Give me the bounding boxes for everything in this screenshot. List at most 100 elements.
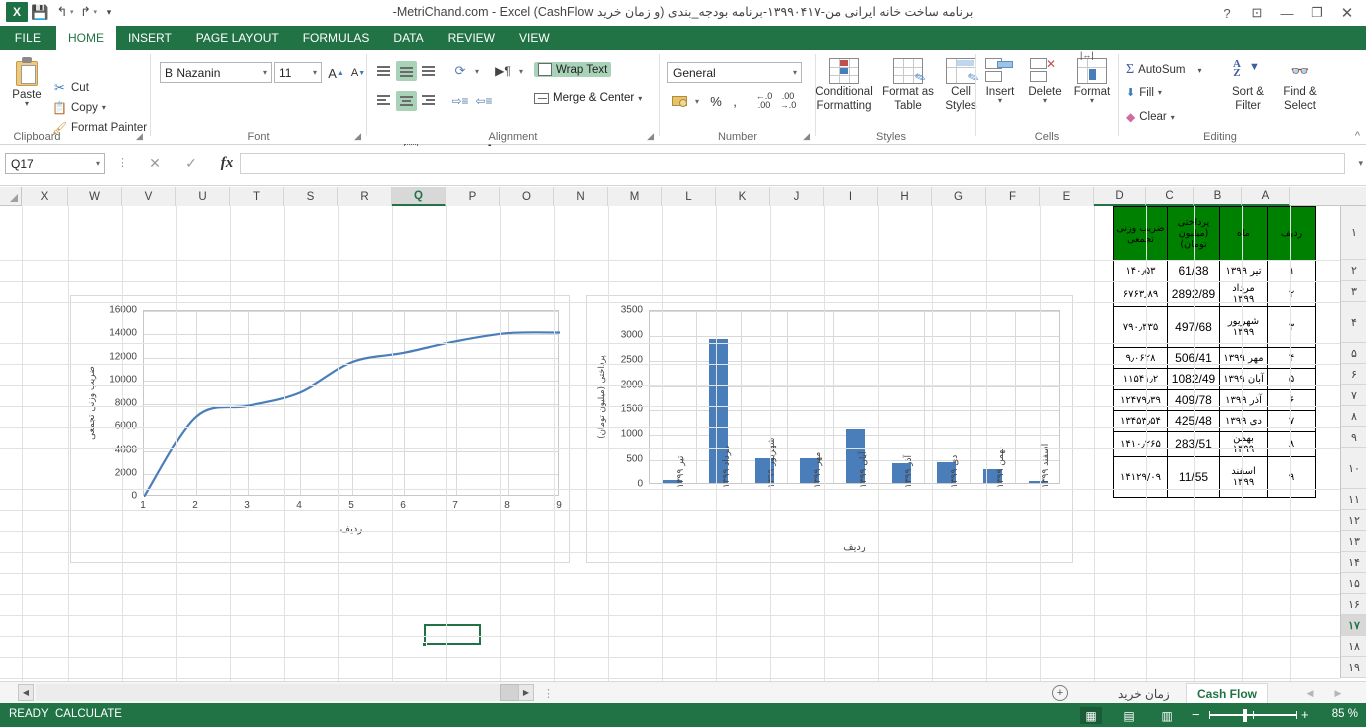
align-left-button[interactable] bbox=[374, 92, 394, 110]
table-cell-cumulative[interactable]: ۱۴۱۲۹/۰۹ bbox=[1114, 457, 1168, 498]
fill-button[interactable]: ⬇ Fill ▾ bbox=[1126, 86, 1162, 99]
clipboard-dialog-launcher[interactable]: ◢ bbox=[136, 131, 143, 142]
table-cell-month[interactable]: شهریور ۱۳۹۹ bbox=[1220, 307, 1268, 348]
tab-formulas[interactable]: FORMULAS bbox=[291, 26, 382, 50]
column-header-e[interactable]: E bbox=[1040, 187, 1094, 206]
table-cell-month[interactable]: آذر ۱۳۹۹ bbox=[1220, 390, 1268, 411]
row-header-3[interactable]: ۳ bbox=[1341, 281, 1366, 302]
merge-center-button[interactable]: Merge & Center ▾ bbox=[534, 92, 642, 104]
column-header-q[interactable]: Q bbox=[392, 187, 446, 206]
autosum-button[interactable]: Σ AutoSum ▾ bbox=[1126, 62, 1201, 78]
column-header-m[interactable]: M bbox=[608, 187, 662, 206]
bar-chart[interactable]: 0500100015002000250030003500تیر ۱۳۹۹مردا… bbox=[586, 295, 1073, 563]
row-header-14[interactable]: ۱۴ bbox=[1341, 552, 1366, 573]
font-name-input[interactable]: B Nazanin ▾ bbox=[160, 62, 272, 83]
table-cell-radif[interactable]: ۵ bbox=[1268, 369, 1316, 390]
zoom-in-button[interactable]: + bbox=[1301, 707, 1309, 722]
paste-button[interactable]: Paste ▾ bbox=[6, 54, 48, 126]
tab-data[interactable]: DATA bbox=[381, 26, 435, 50]
table-header-cell[interactable]: ردیف bbox=[1268, 207, 1316, 261]
table-header-cell[interactable]: ضریب وزنی تجمعی bbox=[1114, 207, 1168, 261]
select-all-corner-left[interactable] bbox=[0, 187, 22, 206]
table-cell-radif[interactable]: ۸ bbox=[1268, 432, 1316, 457]
column-header-t[interactable]: T bbox=[230, 187, 284, 206]
align-middle-button[interactable] bbox=[396, 61, 417, 81]
table-cell-month[interactable]: مهر ۱۳۹۹ bbox=[1220, 348, 1268, 369]
table-header-cell[interactable]: ماه bbox=[1220, 207, 1268, 261]
delete-cells-button[interactable]: ✕ Delete ▾ bbox=[1021, 58, 1069, 104]
row-header-2[interactable]: ۲ bbox=[1341, 260, 1366, 281]
table-cell-month[interactable]: اسفند ۱۳۹۹ bbox=[1220, 457, 1268, 498]
delete-dropdown-icon[interactable]: ▾ bbox=[1043, 98, 1047, 104]
table-cell-radif[interactable]: ۳ bbox=[1268, 307, 1316, 348]
row-header-12[interactable]: ۱۲ bbox=[1341, 510, 1366, 531]
column-header-r[interactable]: R bbox=[338, 187, 392, 206]
table-cell-radif[interactable]: ۹ bbox=[1268, 457, 1316, 498]
accounting-format-button[interactable] bbox=[669, 91, 691, 111]
text-direction-button[interactable]: ▶¶ bbox=[492, 62, 514, 80]
increase-font-size-button[interactable]: A▲ bbox=[326, 63, 346, 83]
tab-file[interactable]: FILE bbox=[0, 26, 56, 50]
column-header-w[interactable]: W bbox=[68, 187, 122, 206]
wrap-text-button[interactable]: Wrap Text bbox=[534, 62, 611, 77]
row-header-16[interactable]: ۱۶ bbox=[1341, 594, 1366, 615]
table-row[interactable]: ۵آبان ۱۳۹۹1082/49۱۱۵۴۱٫۲ bbox=[1114, 369, 1316, 390]
minimize-icon[interactable]: — bbox=[1272, 2, 1302, 24]
clear-dropdown-icon[interactable]: ▾ bbox=[1171, 113, 1175, 122]
row-header-13[interactable]: ۱۳ bbox=[1341, 531, 1366, 552]
number-format-dropdown-icon[interactable]: ▾ bbox=[793, 68, 801, 77]
enter-formula-button[interactable]: ✓ bbox=[178, 153, 204, 174]
table-cell-month[interactable]: دی ۱۳۹۹ bbox=[1220, 411, 1268, 432]
table-row[interactable]: ۳شهریور ۱۳۹۹497/68۷۹۰٫۳۳۵ bbox=[1114, 307, 1316, 348]
column-header-x[interactable]: X bbox=[22, 187, 68, 206]
sort-filter-button[interactable]: AZ ▼ Sort & Filter bbox=[1220, 58, 1276, 112]
sheet-tab-cash-flow[interactable]: Cash Flow bbox=[1186, 683, 1268, 704]
row-header-9[interactable]: ۹ bbox=[1341, 427, 1366, 448]
table-cell-cumulative[interactable]: ۹٫۰۶۲۸ bbox=[1114, 348, 1168, 369]
table-cell-cumulative[interactable]: ۷۹۰٫۳۳۵ bbox=[1114, 307, 1168, 348]
table-cell-month[interactable]: بهمن ۱۳۹۹ bbox=[1220, 432, 1268, 457]
row-header-4[interactable]: ۴ bbox=[1341, 302, 1366, 343]
row-header-10[interactable]: ۱۰ bbox=[1341, 448, 1366, 489]
close-icon[interactable]: ✕ bbox=[1332, 2, 1362, 24]
number-format-select[interactable]: General ▾ bbox=[667, 62, 802, 83]
increase-decimal-button[interactable]: ←.0.00 bbox=[753, 91, 775, 111]
scroll-right-button[interactable]: ▶ bbox=[518, 684, 534, 701]
sheet-tab-zaman-kharid[interactable]: زمان خرید bbox=[1108, 684, 1180, 703]
split-handle[interactable]: ⋮ bbox=[543, 687, 554, 700]
table-cell-cumulative[interactable]: ۱۳۴۵۳٫۵۴ bbox=[1114, 411, 1168, 432]
column-header-a[interactable]: A bbox=[1242, 187, 1290, 206]
format-dropdown-icon[interactable]: ▾ bbox=[1090, 98, 1094, 104]
table-row[interactable]: ۶آذر ۱۳۹۹409/78۱۲۴۷۹٫۳۹ bbox=[1114, 390, 1316, 411]
column-header-p[interactable]: P bbox=[446, 187, 500, 206]
row-header-15[interactable]: ۱۵ bbox=[1341, 573, 1366, 594]
table-row[interactable]: ۷دی ۱۳۹۹425/48۱۳۴۵۳٫۵۴ bbox=[1114, 411, 1316, 432]
merge-center-dropdown-icon[interactable]: ▾ bbox=[638, 94, 642, 103]
insert-dropdown-icon[interactable]: ▾ bbox=[998, 98, 1002, 104]
conditional-formatting-button[interactable]: Conditional Formatting bbox=[813, 58, 875, 112]
copy-dropdown-icon[interactable]: ▾ bbox=[102, 103, 106, 112]
tab-view[interactable]: VIEW bbox=[507, 26, 562, 50]
column-header-c[interactable]: C bbox=[1146, 187, 1194, 206]
cut-button[interactable]: ✂ Cut bbox=[52, 80, 89, 95]
table-row[interactable]: ۴مهر ۱۳۹۹506/41۹٫۰۶۲۸ bbox=[1114, 348, 1316, 369]
row-header-18[interactable]: ۱۸ bbox=[1341, 636, 1366, 657]
table-row[interactable]: ۸بهمن ۱۳۹۹283/51۱۴۱۰٫۲۶۵ bbox=[1114, 432, 1316, 457]
expand-formula-bar-icon[interactable]: ▾ bbox=[1358, 158, 1363, 169]
row-header-17[interactable]: ۱۷ bbox=[1341, 615, 1366, 636]
table-cell-cumulative[interactable]: ۱۲۴۷۹٫۳۹ bbox=[1114, 390, 1168, 411]
collapse-ribbon-icon[interactable]: ^ bbox=[1355, 130, 1360, 142]
table-cell-cumulative[interactable]: ۱۴۱۰٫۲۶۵ bbox=[1114, 432, 1168, 457]
selected-cell-q17[interactable] bbox=[424, 624, 481, 645]
new-sheet-button[interactable]: + bbox=[1052, 685, 1068, 701]
fill-dropdown-icon[interactable]: ▾ bbox=[1158, 88, 1162, 97]
name-box-dropdown-icon[interactable]: ▾ bbox=[96, 159, 104, 168]
column-header-i[interactable]: I bbox=[824, 187, 878, 206]
column-header-s[interactable]: S bbox=[284, 187, 338, 206]
paste-dropdown-icon[interactable]: ▾ bbox=[25, 101, 29, 107]
table-cell-radif[interactable]: ۷ bbox=[1268, 411, 1316, 432]
row-header-5[interactable]: ۵ bbox=[1341, 343, 1366, 364]
table-cell-radif[interactable]: ۴ bbox=[1268, 348, 1316, 369]
column-header-d[interactable]: D bbox=[1094, 187, 1146, 206]
comma-format-button[interactable]: , bbox=[727, 91, 743, 111]
